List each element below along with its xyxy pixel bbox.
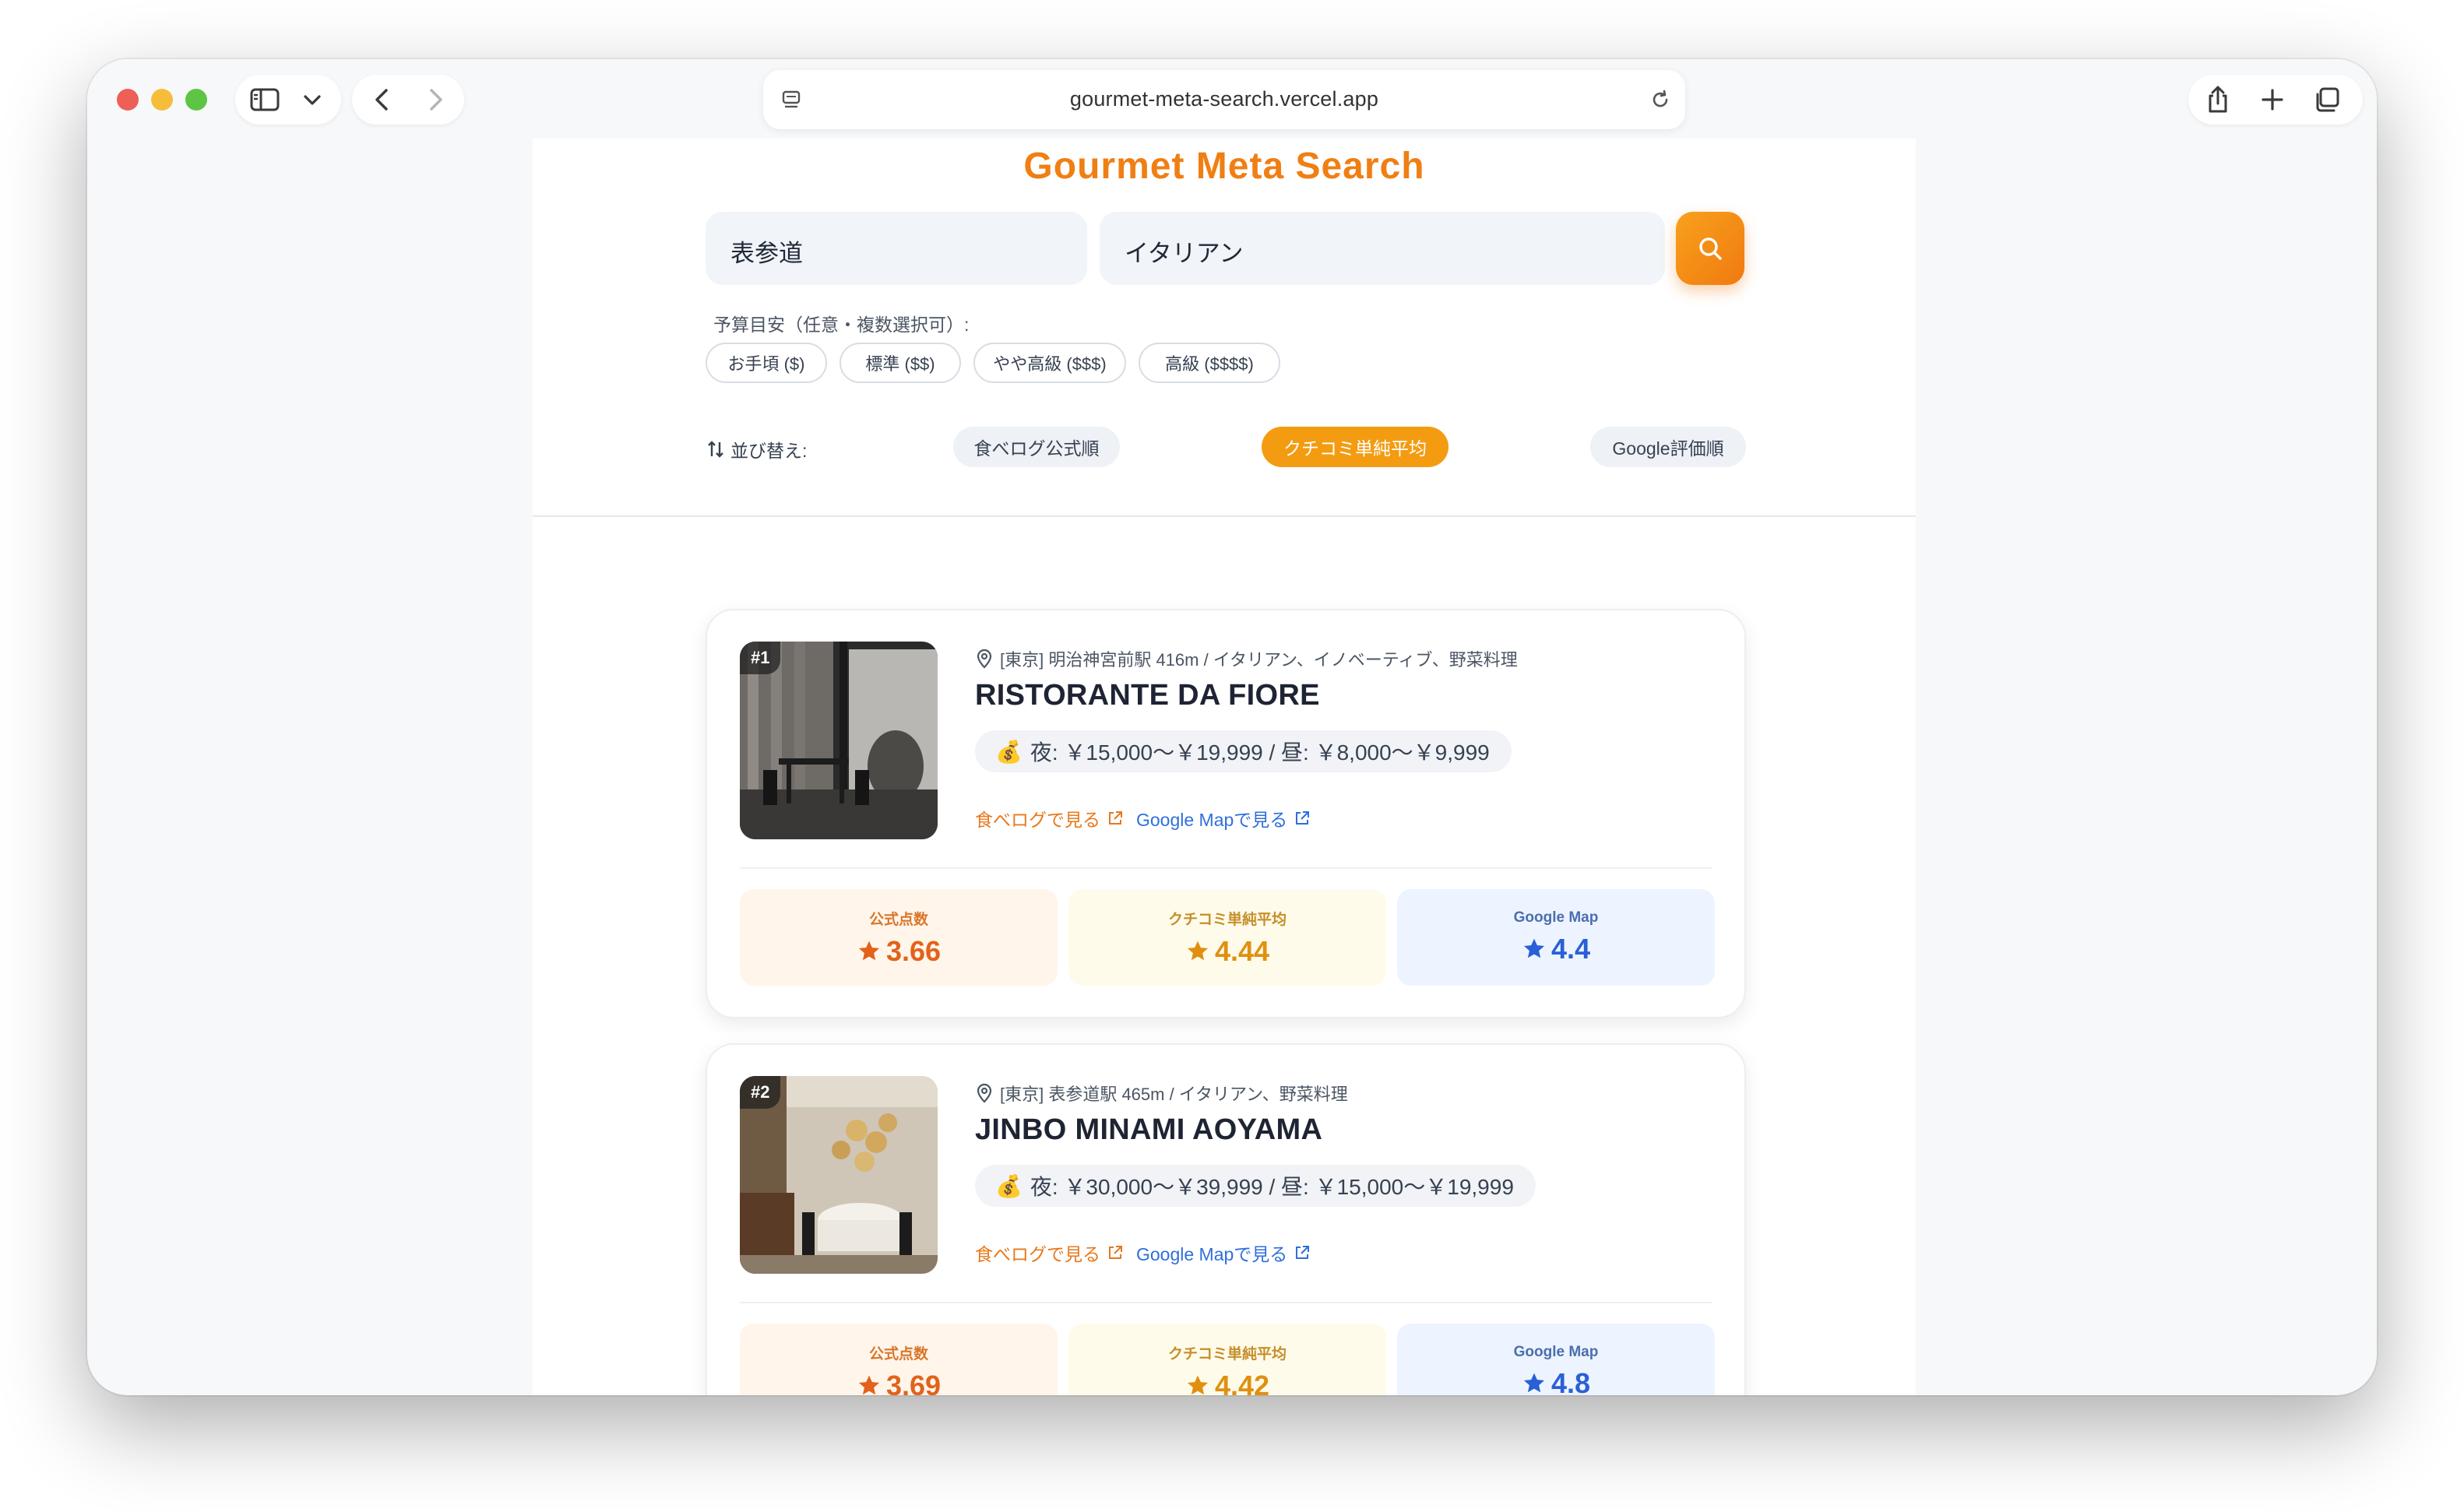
budget-chip-2[interactable]: 標準 ($$) <box>840 343 961 383</box>
official-score-value: 3.66 <box>885 934 942 967</box>
external-link-icon <box>1296 811 1310 825</box>
official-score-label: 公式点数 <box>868 1345 928 1363</box>
minimize-window-button[interactable] <box>151 89 173 111</box>
share-icon[interactable] <box>2201 83 2235 117</box>
restaurant-name: RISTORANTE DA FIORE <box>975 679 1320 712</box>
budget-chip-1[interactable]: お手頃 ($) <box>706 343 827 383</box>
money-bag-icon: 💰 <box>995 1173 1023 1198</box>
sort-tabelog-button[interactable]: 食べログ公式順 <box>953 427 1120 467</box>
card-divider <box>740 1302 1712 1303</box>
browser-window: gourmet-meta-search.vercel.app Gourmet M… <box>87 59 2377 1395</box>
tabelog-link[interactable]: 食べログで見る <box>975 1239 1124 1266</box>
google-map-link-label: Google Mapで見る <box>1136 810 1288 830</box>
app-title: Gourmet Meta Search <box>1023 146 1425 187</box>
reload-icon[interactable] <box>1648 87 1673 112</box>
restaurant-photo[interactable]: #2 <box>740 1076 938 1274</box>
price-text: 夜: ￥30,000～￥39,999 / 昼: ￥15,000～￥19,999 <box>1030 1175 1514 1199</box>
review-average-score-box: クチコミ単純平均 4.42 <box>1068 1324 1386 1395</box>
budget-chip-3[interactable]: やや高級 ($$$) <box>973 343 1126 383</box>
review-average-label: クチコミ単純平均 <box>1167 911 1287 928</box>
browser-toolbar: gourmet-meta-search.vercel.app <box>87 59 2377 139</box>
external-links: 食べログで見る Google Mapで見る <box>975 1239 1311 1266</box>
tabelog-link-label: 食べログで見る <box>975 1244 1100 1264</box>
search-button[interactable] <box>1676 212 1744 285</box>
location-line: [東京] 表参道駅 465m / イタリアン、野菜料理 <box>975 1081 1348 1106</box>
rank-badge: #2 <box>740 1076 781 1109</box>
price-badge: 💰 夜: ￥30,000～￥39,999 / 昼: ￥15,000～￥19,99… <box>975 1165 1536 1207</box>
official-score-label: 公式点数 <box>868 911 928 928</box>
sort-review-average-button[interactable]: クチコミ単純平均 <box>1262 427 1448 467</box>
google-score-value: 4.8 <box>1551 1367 1591 1395</box>
star-icon <box>1523 938 1545 958</box>
location-text: [東京] 表参道駅 465m / イタリアン、野菜料理 <box>1000 1085 1348 1104</box>
rank-badge: #1 <box>740 642 781 674</box>
tab-overview-icon[interactable] <box>2310 83 2344 117</box>
budget-chip-4[interactable]: 高級 ($$$$) <box>1139 343 1280 383</box>
sort-arrows-icon <box>708 441 723 458</box>
restaurant-name: JINBO MINAMI AOYAMA <box>975 1113 1323 1146</box>
review-average-value: 4.44 <box>1214 934 1270 967</box>
money-bag-icon: 💰 <box>995 739 1023 764</box>
result-card-1[interactable]: #1 [東京] 明治神宮前駅 416m / イタリアン、イノベーティブ、野菜料理… <box>706 609 1746 1018</box>
official-score-box: 公式点数 3.66 <box>740 889 1058 986</box>
star-icon <box>1523 1373 1545 1393</box>
location-line: [東京] 明治神宮前駅 416m / イタリアン、イノベーティブ、野菜料理 <box>975 646 1518 671</box>
location-text: [東京] 明治神宮前駅 416m / イタリアン、イノベーティブ、野菜料理 <box>1000 650 1518 670</box>
map-pin-icon <box>977 649 992 669</box>
area-input[interactable]: 表参道 <box>706 212 1087 285</box>
address-bar[interactable]: gourmet-meta-search.vercel.app <box>763 70 1685 129</box>
sort-label-group: 並び替え: <box>706 436 807 462</box>
external-link-icon <box>1109 1246 1122 1259</box>
map-pin-icon <box>977 1083 992 1103</box>
url-text: gourmet-meta-search.vercel.app <box>1069 87 1379 111</box>
search-header: Gourmet Meta Search 表参道 イタリアン 予算目安（任意・複数… <box>533 139 1916 517</box>
star-icon <box>858 1375 880 1394</box>
external-link-icon <box>1296 1246 1310 1259</box>
new-tab-plus-icon[interactable] <box>2255 83 2290 117</box>
star-icon <box>858 941 880 960</box>
star-icon <box>1187 941 1209 960</box>
google-score-label: Google Map <box>1513 1344 1599 1360</box>
restaurant-photo[interactable]: #1 <box>740 642 938 839</box>
google-map-link[interactable]: Google Mapで見る <box>1136 805 1311 832</box>
google-score-box: Google Map 4.4 <box>1397 889 1715 986</box>
budget-label: 予算目安（任意・複数選択可）: <box>713 315 970 335</box>
keyword-input[interactable]: イタリアン <box>1100 212 1665 285</box>
price-badge: 💰 夜: ￥15,000～￥19,999 / 昼: ￥8,000～￥9,999 <box>975 730 1512 772</box>
forward-arrow-icon[interactable] <box>421 84 452 115</box>
google-score-label: Google Map <box>1513 909 1599 926</box>
chevron-down-icon[interactable] <box>299 87 326 114</box>
sort-label: 並び替え: <box>730 441 808 461</box>
tabelog-link[interactable]: 食べログで見る <box>975 805 1124 832</box>
sort-google-button[interactable]: Google評価順 <box>1590 427 1746 467</box>
google-score-value: 4.4 <box>1551 933 1591 965</box>
official-score-box: 公式点数 3.69 <box>740 1324 1058 1395</box>
google-score-box: Google Map 4.8 <box>1397 1324 1715 1395</box>
external-link-icon <box>1109 811 1122 825</box>
result-card-2[interactable]: #2 [東京] 表参道駅 465m / イタリアン、野菜料理 JINBO MIN… <box>706 1043 1746 1395</box>
google-map-link[interactable]: Google Mapで見る <box>1136 1239 1311 1266</box>
price-text: 夜: ￥15,000～￥19,999 / 昼: ￥8,000～￥9,999 <box>1030 740 1490 765</box>
search-icon <box>1699 237 1722 260</box>
back-arrow-icon[interactable] <box>366 84 397 115</box>
review-average-value: 4.42 <box>1214 1369 1270 1396</box>
external-links: 食べログで見る Google Mapで見る <box>975 805 1311 832</box>
card-divider <box>740 867 1712 869</box>
tabelog-link-label: 食べログで見る <box>975 810 1100 830</box>
review-average-score-box: クチコミ単純平均 4.44 <box>1068 889 1386 986</box>
zoom-window-button[interactable] <box>185 89 207 111</box>
close-window-button[interactable] <box>117 89 139 111</box>
review-average-label: クチコミ単純平均 <box>1167 1345 1287 1363</box>
official-score-value: 3.69 <box>885 1369 942 1396</box>
page-content: Gourmet Meta Search 表参道 イタリアン 予算目安（任意・複数… <box>533 139 1916 1395</box>
google-map-link-label: Google Mapで見る <box>1136 1244 1288 1264</box>
star-icon <box>1187 1375 1209 1394</box>
sidebar-icon[interactable] <box>249 84 280 115</box>
